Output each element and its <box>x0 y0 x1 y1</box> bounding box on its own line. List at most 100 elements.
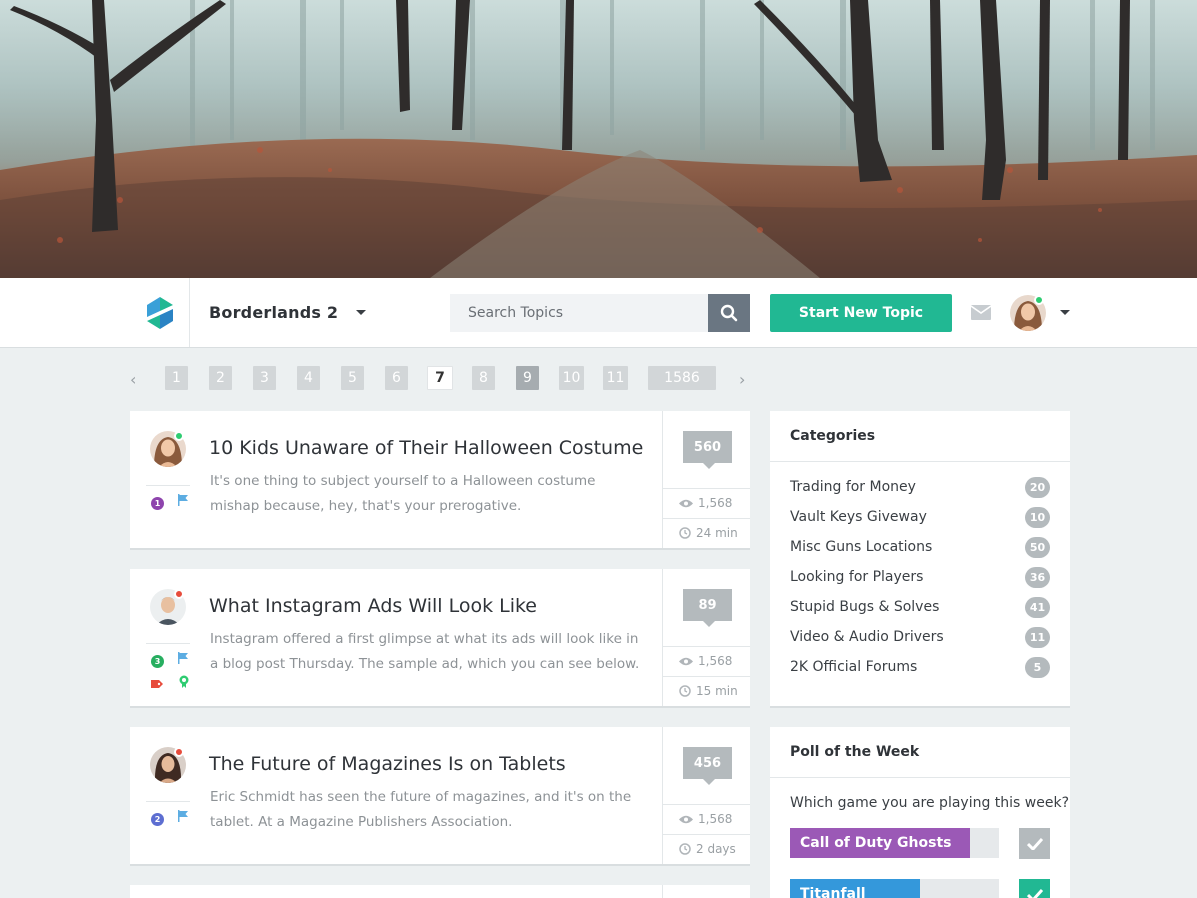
category-count: 10 <box>1025 506 1050 528</box>
topic-title[interactable]: 10 Kids Unaware of Their Halloween Costu… <box>209 437 643 459</box>
topic-stats: 89 1,568 15 min <box>662 569 750 706</box>
poll-panel: Poll of the Week Which game you are play… <box>770 727 1070 898</box>
category-count: 50 <box>1025 536 1050 558</box>
categories-panel: Categories Trading for Money 20 Vault Key… <box>770 411 1070 708</box>
category-name: 2K Official Forums <box>790 659 918 675</box>
search-icon <box>720 304 738 322</box>
check-icon <box>1026 837 1043 850</box>
topic-stats <box>662 885 750 898</box>
topic-title[interactable]: What Instagram Ads Will Look Like <box>209 595 537 617</box>
last-activity-value: 2 days <box>696 842 736 856</box>
user-level-badge: 2 <box>151 813 164 826</box>
reply-count: 89 <box>683 589 732 627</box>
category-name: Looking for Players <box>790 569 924 585</box>
poll-option[interactable]: Call of Duty Ghosts <box>790 828 1050 859</box>
topic-stats: 456 1,568 2 days <box>662 727 750 864</box>
flag-icon[interactable] <box>178 810 189 822</box>
user-menu-chevron-down-icon[interactable] <box>1060 310 1070 315</box>
page-6[interactable]: 6 <box>385 366 408 390</box>
flag-icon[interactable] <box>178 494 189 506</box>
topic-card[interactable]: 3 What Instagram Ads Will Look Like Inst… <box>130 569 750 708</box>
start-new-topic-button[interactable]: Start New Topic <box>770 294 952 332</box>
reply-count: 456 <box>683 747 732 785</box>
category-item[interactable]: 2K Official Forums 5 <box>790 655 1050 679</box>
last-activity: 2 days <box>679 842 736 856</box>
category-count: 20 <box>1025 476 1050 498</box>
logo[interactable] <box>130 278 190 347</box>
forum-selector[interactable]: Borderlands 2 <box>209 278 367 347</box>
poll-option[interactable]: Titanfall <box>790 879 1050 898</box>
next-page-chevron-right-icon[interactable]: › <box>739 370 745 389</box>
page-4[interactable]: 4 <box>297 366 320 390</box>
category-name: Trading for Money <box>790 479 916 495</box>
page-9[interactable]: 9 <box>516 366 539 390</box>
clock-icon <box>679 527 691 539</box>
topic-excerpt: Instagram offered a first glimpse at wha… <box>210 631 640 672</box>
topic-meta: 2 <box>151 807 191 826</box>
topic-card[interactable] <box>130 885 750 898</box>
hero-banner <box>0 0 1197 278</box>
topic-excerpt: Eric Schmidt has seen the future of maga… <box>210 789 632 830</box>
page-8[interactable]: 8 <box>472 366 495 390</box>
poll-option-label: Call of Duty Ghosts <box>800 835 952 851</box>
vote-check-button[interactable] <box>1019 828 1050 859</box>
tag-icon <box>151 680 163 688</box>
page-last[interactable]: 1586 <box>648 366 716 390</box>
messages-button[interactable] <box>970 305 992 324</box>
category-item[interactable]: Vault Keys Giveway 10 <box>790 505 1050 529</box>
category-item[interactable]: Trading for Money 20 <box>790 475 1050 499</box>
user-level-badge: 1 <box>151 497 164 510</box>
last-activity-value: 15 min <box>696 684 738 698</box>
page-5[interactable]: 5 <box>341 366 364 390</box>
award-icon <box>179 675 189 688</box>
divider <box>146 801 190 802</box>
clock-icon <box>679 843 691 855</box>
category-name: Video & Audio Drivers <box>790 629 944 645</box>
page-2[interactable]: 2 <box>209 366 232 390</box>
last-activity: 24 min <box>679 526 738 540</box>
search-button[interactable] <box>708 294 750 332</box>
offline-status-indicator <box>174 747 184 757</box>
online-status-indicator <box>174 431 184 441</box>
poll-bar-track: Titanfall <box>790 879 999 898</box>
topic-card[interactable]: 1 10 Kids Unaware of Their Halloween Cos… <box>130 411 750 550</box>
offline-status-indicator <box>174 589 184 599</box>
poll-option-label: Titanfall <box>800 886 866 898</box>
vote-check-button[interactable] <box>1019 879 1050 898</box>
topic-meta: 1 <box>151 491 191 510</box>
category-item[interactable]: Misc Guns Locations 50 <box>790 535 1050 559</box>
topic-excerpt: It's one thing to subject yourself to a … <box>210 473 596 514</box>
category-item[interactable]: Looking for Players 36 <box>790 565 1050 589</box>
categories-title: Categories <box>770 411 1070 462</box>
poll-title: Poll of the Week <box>770 727 1070 778</box>
category-item[interactable]: Stupid Bugs & Solves 41 <box>790 595 1050 619</box>
prev-page-chevron-left-icon[interactable]: ‹ <box>130 370 136 389</box>
divider <box>663 834 750 835</box>
user-level-badge: 3 <box>151 655 164 668</box>
topic-title[interactable]: The Future of Magazines Is on Tablets <box>209 753 566 775</box>
page-7-current[interactable]: 7 <box>427 366 453 390</box>
check-icon <box>1026 888 1043 898</box>
eye-icon <box>679 657 693 665</box>
page-11[interactable]: 11 <box>603 366 628 390</box>
forest-illustration <box>0 0 1197 278</box>
search-bar <box>450 294 750 332</box>
flag-icon[interactable] <box>178 652 189 664</box>
online-status-indicator <box>1034 295 1044 305</box>
mail-icon <box>970 305 992 320</box>
category-count: 5 <box>1025 656 1050 678</box>
page-1[interactable]: 1 <box>165 366 188 390</box>
last-activity-value: 24 min <box>696 526 738 540</box>
eye-icon <box>679 499 693 507</box>
chevron-down-icon <box>356 310 367 315</box>
category-count: 36 <box>1025 566 1050 588</box>
topic-card[interactable]: 2 The Future of Magazines Is on Tablets … <box>130 727 750 866</box>
search-input[interactable] <box>450 294 708 332</box>
divider <box>146 643 190 644</box>
category-name: Vault Keys Giveway <box>790 509 927 525</box>
page-10[interactable]: 10 <box>559 366 584 390</box>
page-3[interactable]: 3 <box>253 366 276 390</box>
divider <box>663 646 750 647</box>
category-item[interactable]: Video & Audio Drivers 11 <box>790 625 1050 649</box>
divider <box>663 676 750 677</box>
